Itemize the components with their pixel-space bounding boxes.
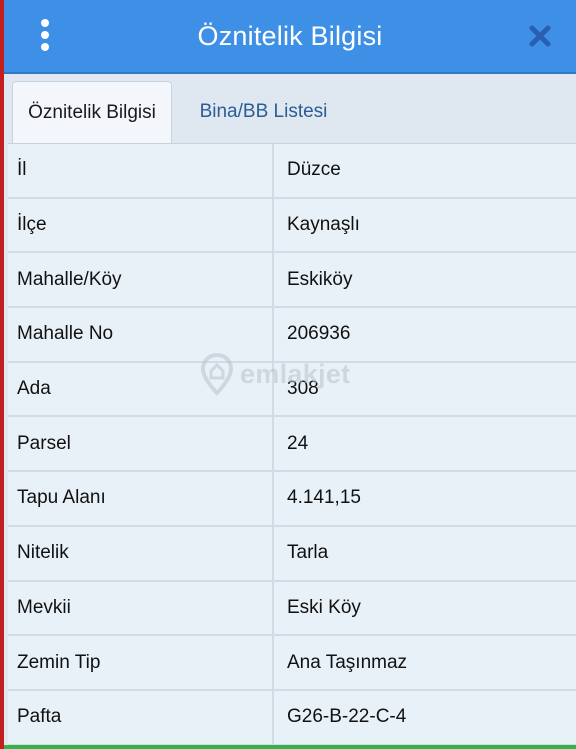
row-label: Zemin Tip	[8, 636, 274, 689]
row-value: Kaynaşlı	[274, 198, 576, 252]
attribute-panel: Öznitelik Bilgisi Bina/BB Listesi İl Düz…	[4, 74, 576, 749]
row-label: Nitelik	[8, 526, 274, 580]
vertical-dots-icon	[41, 19, 49, 51]
row-label: Mevkii	[8, 581, 274, 635]
row-label: Mahalle No	[8, 308, 274, 361]
row-label: Tapu Alanı	[8, 472, 274, 525]
table-row: Mahalle No 206936	[8, 308, 576, 363]
row-value: Tarla	[274, 526, 576, 580]
table-row: İlçe Kaynaşlı	[8, 198, 576, 254]
row-value: G26-B-22-C-4	[274, 690, 576, 744]
row-value: Ana Taşınmaz	[274, 636, 576, 689]
row-value: 24	[274, 417, 576, 471]
row-label: İlçe	[8, 198, 274, 252]
close-button[interactable]	[522, 18, 558, 54]
bottom-accent-bar	[4, 745, 576, 749]
table-row: Nitelik Tarla	[8, 526, 576, 582]
table-row: Tapu Alanı 4.141,15	[8, 472, 576, 527]
table-row: Ada 308	[8, 362, 576, 418]
row-label: İl	[8, 144, 274, 197]
attribute-table: İl Düzce İlçe Kaynaşlı Mahalle/Köy Eskik…	[8, 143, 576, 746]
row-value: Düzce	[274, 144, 576, 197]
menu-button[interactable]	[32, 16, 58, 54]
table-row: Mahalle/Köy Eskiköy	[8, 253, 576, 309]
row-label: Ada	[8, 362, 274, 416]
row-value: Eski Köy	[274, 581, 576, 635]
dialog-title: Öznitelik Bilgisi	[197, 20, 383, 51]
table-row: Zemin Tip Ana Taşınmaz	[8, 636, 576, 691]
dialog-header: Öznitelik Bilgisi	[4, 0, 576, 74]
table-row: Pafta G26-B-22-C-4	[8, 690, 576, 746]
row-value: 4.141,15	[274, 472, 576, 525]
table-row: İl Düzce	[8, 144, 576, 199]
row-value: 206936	[274, 308, 576, 361]
tab-attribute-info[interactable]: Öznitelik Bilgisi	[12, 81, 172, 143]
table-row: Mevkii Eski Köy	[8, 581, 576, 637]
tab-bar: Öznitelik Bilgisi Bina/BB Listesi	[4, 74, 576, 144]
row-value: Eskiköy	[274, 253, 576, 307]
row-label: Parsel	[8, 417, 274, 471]
row-value: 308	[274, 362, 576, 416]
row-label: Pafta	[8, 690, 274, 744]
table-row: Parsel 24	[8, 417, 576, 473]
row-label: Mahalle/Köy	[8, 253, 274, 307]
tab-building-list[interactable]: Bina/BB Listesi	[176, 81, 351, 143]
close-icon	[529, 25, 551, 47]
